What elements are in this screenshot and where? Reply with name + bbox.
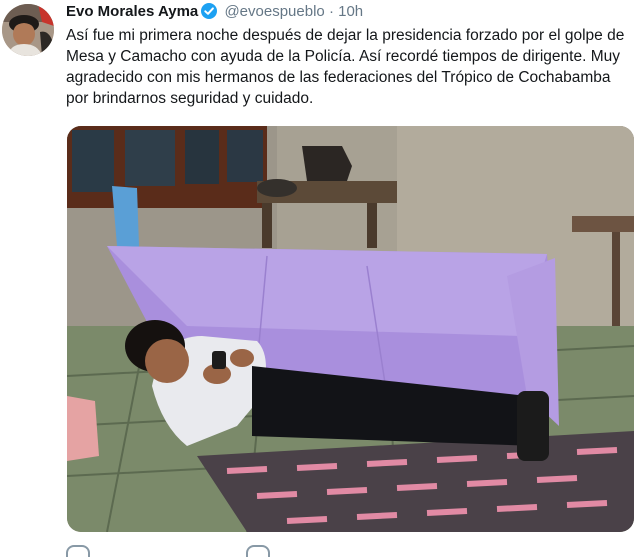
tweet-text-line: por brindarnos seguridad y cuidado. — [66, 90, 314, 107]
author-handle[interactable]: @evoespueblo — [224, 3, 324, 20]
avatar-image — [2, 4, 54, 56]
author-avatar[interactable] — [2, 4, 54, 56]
tweet-text-line: Así fue mi primera noche después de deja… — [66, 27, 625, 44]
separator-dot: · — [328, 3, 334, 20]
tweet-header: Evo Morales Ayma @evoespueblo · 10h — [66, 2, 363, 25]
photo-illustration — [67, 126, 634, 532]
tweet-text-line: Mesa y Camacho con ayuda de la Policía. … — [66, 48, 620, 65]
tweet-text-line: agradecido con mis hermanos de las feder… — [66, 69, 611, 86]
tweet-timestamp[interactable]: 10h — [338, 3, 363, 20]
author-name[interactable]: Evo Morales Ayma — [66, 3, 198, 20]
verified-badge-icon — [201, 3, 218, 25]
reply-icon[interactable] — [66, 545, 90, 557]
tweet-text: Así fue mi primera noche después de deja… — [66, 25, 636, 109]
retweet-icon[interactable] — [246, 545, 270, 557]
tweet-photo[interactable] — [67, 126, 634, 532]
